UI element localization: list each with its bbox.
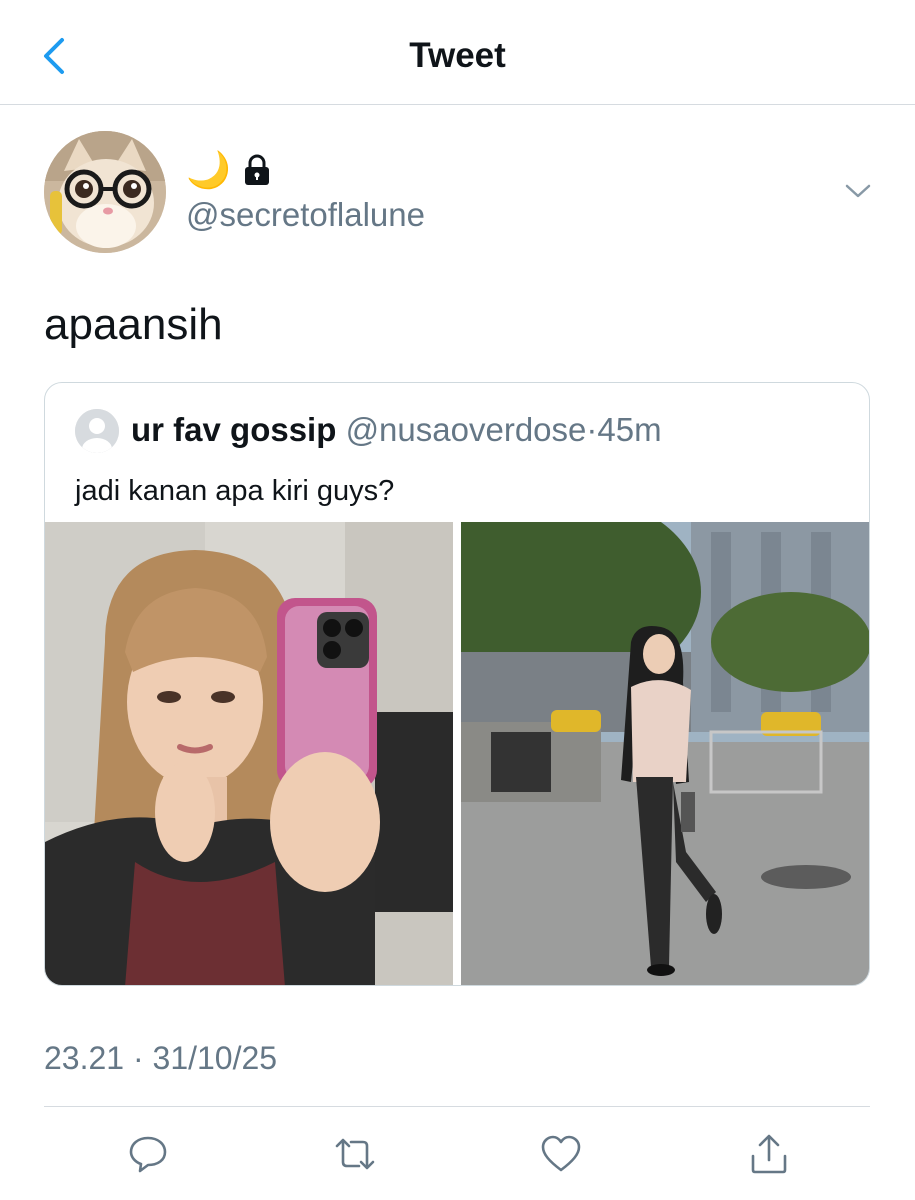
quoted-time: 45m (597, 411, 662, 448)
avatar[interactable] (44, 131, 166, 253)
reply-button[interactable] (126, 1132, 170, 1176)
cat-avatar-image (44, 131, 166, 253)
quoted-text: jadi kanan apa kiri guys? (75, 475, 395, 507)
share-button[interactable] (747, 1132, 791, 1176)
lock-icon (244, 154, 269, 185)
share-icon (751, 1134, 787, 1174)
chevron-down-icon (845, 184, 871, 198)
quoted-header: ur fav gossip @nusaoverdose·45m (131, 411, 662, 449)
quoted-name[interactable]: ur fav gossip (131, 411, 336, 448)
quoted-tweet[interactable]: ur fav gossip @nusaoverdose·45m jadi kan… (44, 382, 870, 986)
separator-dot: · (586, 411, 598, 448)
tweet-menu-button[interactable] (843, 180, 873, 202)
page-title: Tweet (409, 36, 506, 75)
quoted-handle[interactable]: @nusaoverdose (346, 411, 587, 448)
divider (44, 1106, 870, 1107)
reply-icon (129, 1136, 167, 1173)
like-icon (541, 1135, 581, 1172)
street-photo (421, 492, 869, 985)
tweet-timestamp: 23.21 · 31/10/25 (44, 1040, 278, 1076)
default-profile-icon (75, 409, 119, 453)
retweet-icon (335, 1138, 375, 1170)
quoted-avatar[interactable] (75, 409, 119, 453)
author-handle[interactable]: @secretoflalune (186, 196, 425, 234)
like-button[interactable] (539, 1132, 583, 1176)
moon-emoji: 🌙 (186, 149, 231, 190)
media-image-2[interactable] (421, 492, 869, 985)
tweet-text: apaansih (44, 300, 223, 349)
author-name-row: 🌙 (186, 148, 271, 192)
retweet-button[interactable] (333, 1132, 377, 1176)
selfie-photo (45, 522, 453, 985)
media-image-1[interactable] (45, 522, 453, 985)
